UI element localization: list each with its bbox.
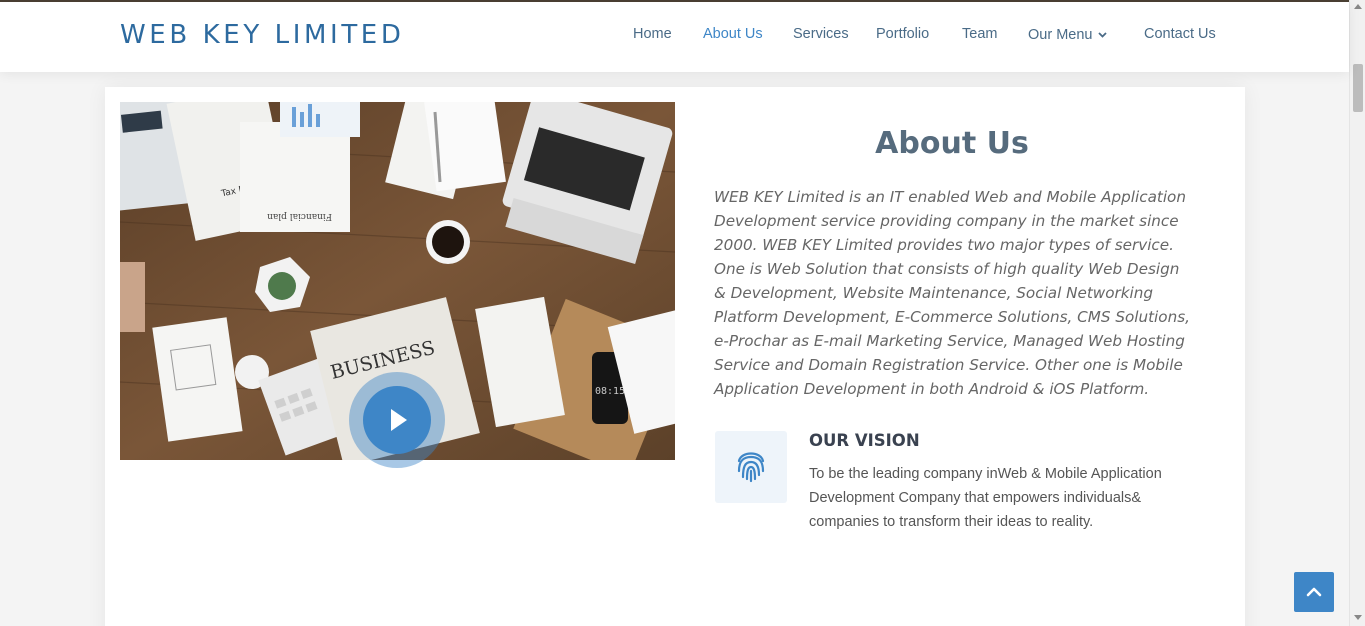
nav-portfolio[interactable]: Portfolio xyxy=(876,26,929,42)
vision-icon-box xyxy=(715,431,787,503)
nav-services[interactable]: Services xyxy=(793,26,849,42)
nav-about-us[interactable]: About Us xyxy=(703,26,763,42)
navbar: WEB KEY LIMITED Home About Us Services P… xyxy=(0,2,1349,72)
scroll-thumb[interactable] xyxy=(1353,64,1363,112)
phone-clock-text: 08:15 xyxy=(595,386,625,397)
play-icon xyxy=(391,409,407,431)
vision-title: OUR VISION xyxy=(809,431,920,450)
brand-logo[interactable]: WEB KEY LIMITED xyxy=(120,20,404,50)
page-scrollbar[interactable] xyxy=(1349,0,1365,626)
nav-home[interactable]: Home xyxy=(633,26,672,42)
chevron-up-icon xyxy=(1306,587,1322,597)
nav-our-menu[interactable]: Our Menu xyxy=(1028,26,1108,43)
financial-plan-text: Financial plan xyxy=(267,211,332,221)
nav-our-menu-label: Our Menu xyxy=(1028,27,1093,43)
scroll-up-arrow[interactable] xyxy=(1354,4,1362,9)
scroll-down-arrow[interactable] xyxy=(1354,615,1362,620)
about-title: About Us xyxy=(875,126,1029,161)
vision-text: To be the leading company inWeb & Mobile… xyxy=(809,466,1162,530)
about-description: WEB KEY Limited is an IT enabled Web and… xyxy=(714,188,1190,398)
chevron-down-icon xyxy=(1098,26,1108,42)
back-to-top-button[interactable] xyxy=(1294,572,1334,612)
play-button[interactable] xyxy=(349,372,445,468)
nav-team[interactable]: Team xyxy=(962,26,997,42)
nav-contact-us[interactable]: Contact Us xyxy=(1144,26,1216,42)
play-button-circle xyxy=(363,386,431,454)
fingerprint-icon xyxy=(737,452,765,483)
